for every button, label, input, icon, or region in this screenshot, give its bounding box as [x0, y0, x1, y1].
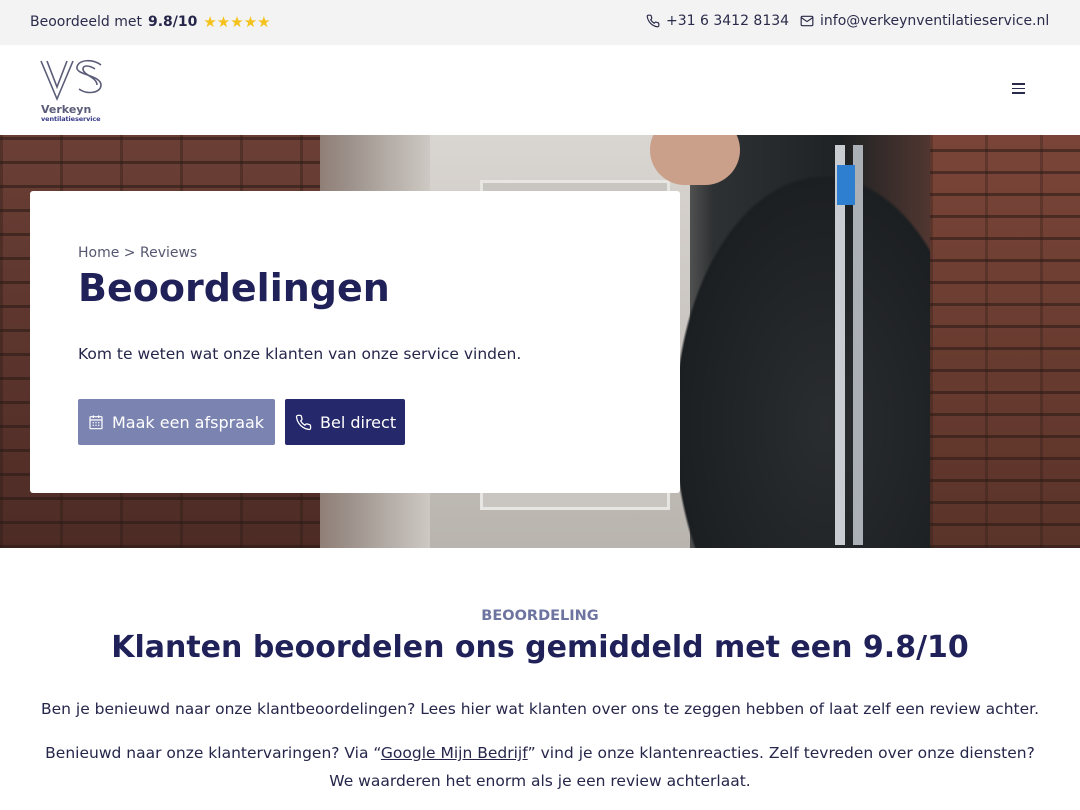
- phone-number: +31 6 3412 8134: [666, 13, 790, 29]
- ladder-image: [835, 145, 863, 545]
- rating-summary: Beoordeeld met 9.8/10 ★★★★★: [30, 13, 271, 31]
- section-eyebrow: BEOORDELING: [481, 608, 599, 624]
- phone-icon: [646, 14, 660, 28]
- breadcrumb-separator: >: [123, 245, 136, 261]
- email-address: info@verkeynventilatieservice.nl: [820, 13, 1050, 29]
- hero-card: [30, 191, 680, 493]
- call-button-label: Bel direct: [320, 412, 397, 432]
- rating-score: 9.8/10: [147, 14, 198, 30]
- star-rating-icon: ★★★★★: [203, 13, 271, 31]
- hero-lead: Kom te weten wat onze klanten van onze s…: [78, 345, 522, 363]
- google-my-business-link[interactable]: Google Mijn Bedrijf: [381, 744, 528, 762]
- top-bar: Beoordeeld met 9.8/10 ★★★★★ +31 6 3412 8…: [0, 0, 1080, 45]
- rating-prefix: Beoordeeld met: [30, 14, 142, 30]
- section-title: Klanten beoordelen ons gemiddeld met een…: [111, 630, 969, 665]
- page-title: Beoordelingen: [78, 266, 390, 310]
- phone-link[interactable]: +31 6 3412 8134: [646, 13, 789, 29]
- breadcrumb-current: Reviews: [139, 245, 198, 261]
- call-button[interactable]: Bel direct: [285, 399, 405, 445]
- breadcrumb: Home > Reviews: [78, 245, 197, 261]
- mail-icon: [800, 15, 814, 27]
- phone-icon: [295, 414, 312, 430]
- appointment-button-label: Maak een afspraak: [112, 412, 265, 432]
- email-link[interactable]: info@verkeynventilatieservice.nl: [800, 13, 1049, 29]
- calendar-icon: [89, 415, 103, 430]
- breadcrumb-home[interactable]: Home: [78, 245, 119, 261]
- site-header: Verkeyn ventilatieservice: [0, 45, 1080, 135]
- review-paragraph: Benieuwd naar onze klantervaringen? Via …: [45, 744, 1035, 790]
- intro-paragraph: Ben je benieuwd naar onze klantbeoordeli…: [40, 700, 1040, 718]
- appointment-button[interactable]: Maak een afspraak: [78, 399, 275, 445]
- hamburger-menu-icon[interactable]: [1012, 83, 1028, 97]
- logo-subtitle: ventilatieservice: [41, 115, 101, 123]
